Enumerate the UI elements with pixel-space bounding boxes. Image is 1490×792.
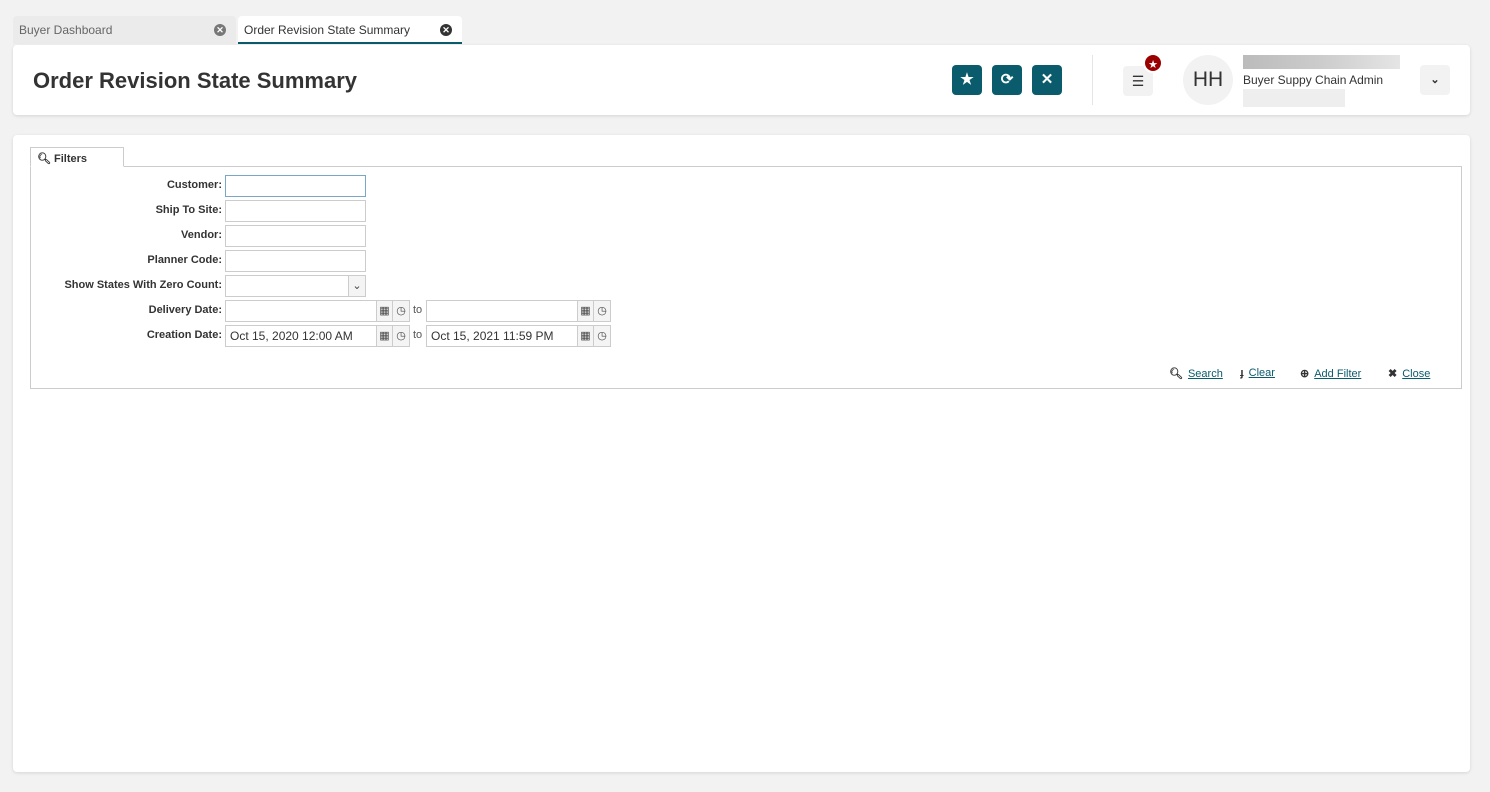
user-name-redacted [1243, 55, 1400, 69]
clock-icon[interactable]: ◷ [392, 325, 410, 347]
filters-tab-label: Filters [54, 153, 88, 165]
filters-tab[interactable]: 🔍︎ Filters [30, 147, 124, 167]
hamburger-icon: ☰ [1131, 73, 1145, 89]
favorites-badge-star-icon[interactable]: ★ [1143, 53, 1163, 73]
creation-date-label: Creation Date: [146, 329, 222, 341]
delivery-date-label: Delivery Date: [148, 304, 222, 316]
plus-circle-icon: ⊕ [1300, 368, 1310, 380]
to-label: to [413, 304, 423, 316]
delivery-date-from-input[interactable] [225, 300, 377, 322]
vendor-label: Vendor: [181, 229, 222, 241]
creation-date-from-input[interactable]: Oct 15, 2020 12:00 AM [225, 325, 377, 347]
tab-label: Order Revision State Summary [244, 23, 411, 37]
clock-icon[interactable]: ◷ [593, 300, 611, 322]
creation-date-to-input[interactable]: Oct 15, 2021 11:59 PM [426, 325, 578, 347]
search-icon: 🔍︎ [1169, 368, 1183, 380]
add-filter-link[interactable]: ⊕ Add Filter [1300, 367, 1361, 380]
favorite-button[interactable]: ★ [952, 65, 982, 95]
ship-to-site-input[interactable] [225, 200, 366, 222]
clear-link-label: Clear [1248, 367, 1275, 379]
clear-link[interactable]: ɟ Clear [1240, 367, 1275, 379]
search-icon: 🔍︎ [37, 153, 51, 165]
clock-icon[interactable]: ◷ [593, 325, 611, 347]
broom-icon: ɟ [1240, 367, 1244, 379]
planner-code-label: Planner Code: [147, 254, 222, 266]
add-filter-link-label: Add Filter [1314, 368, 1362, 380]
show-zero-count-select[interactable] [225, 275, 349, 297]
calendar-icon[interactable]: ▦ [376, 325, 393, 347]
user-detail-redacted [1243, 89, 1345, 107]
clock-icon[interactable]: ◷ [392, 300, 410, 322]
tab-buyer-dashboard[interactable]: Buyer Dashboard ✕ [13, 16, 236, 44]
close-tab-icon[interactable]: ✕ [214, 24, 226, 36]
close-tab-icon[interactable]: ✕ [440, 24, 452, 36]
refresh-icon: ⟳ [1000, 71, 1014, 88]
user-menu-dropdown[interactable]: ⌄ [1420, 65, 1450, 95]
customer-input[interactable] [225, 175, 366, 197]
refresh-button[interactable]: ⟳ [992, 65, 1022, 95]
close-filters-link[interactable]: ✖ Close [1388, 367, 1430, 380]
close-link-label: Close [1402, 368, 1431, 380]
delivery-date-to-input[interactable] [426, 300, 578, 322]
show-zero-count-label: Show States With Zero Count: [64, 279, 222, 291]
avatar: HH [1183, 55, 1233, 105]
divider [1092, 55, 1093, 105]
page-title: Order Revision State Summary [33, 68, 358, 93]
tab-label: Buyer Dashboard [19, 23, 113, 37]
tab-order-revision-state-summary[interactable]: Order Revision State Summary ✕ [238, 16, 462, 44]
calendar-icon[interactable]: ▦ [577, 300, 594, 322]
to-label: to [413, 329, 423, 341]
ship-to-site-label: Ship To Site: [155, 204, 222, 216]
user-role: Buyer Suppy Chain Admin [1243, 73, 1384, 87]
close-button[interactable]: ✕ [1032, 65, 1062, 95]
chevron-down-icon[interactable]: ⌄ [348, 275, 366, 297]
customer-label: Customer: [166, 179, 222, 191]
vendor-input[interactable] [225, 225, 366, 247]
calendar-icon[interactable]: ▦ [376, 300, 393, 322]
star-icon: ★ [960, 71, 974, 88]
close-icon: ✕ [1040, 71, 1054, 88]
search-link-label: Search [1187, 368, 1223, 380]
close-icon: ✖ [1388, 368, 1398, 380]
search-link[interactable]: 🔍︎ Search [1169, 367, 1223, 380]
calendar-icon[interactable]: ▦ [577, 325, 594, 347]
chevron-down-icon: ⌄ [1430, 74, 1440, 86]
planner-code-input[interactable] [225, 250, 366, 272]
